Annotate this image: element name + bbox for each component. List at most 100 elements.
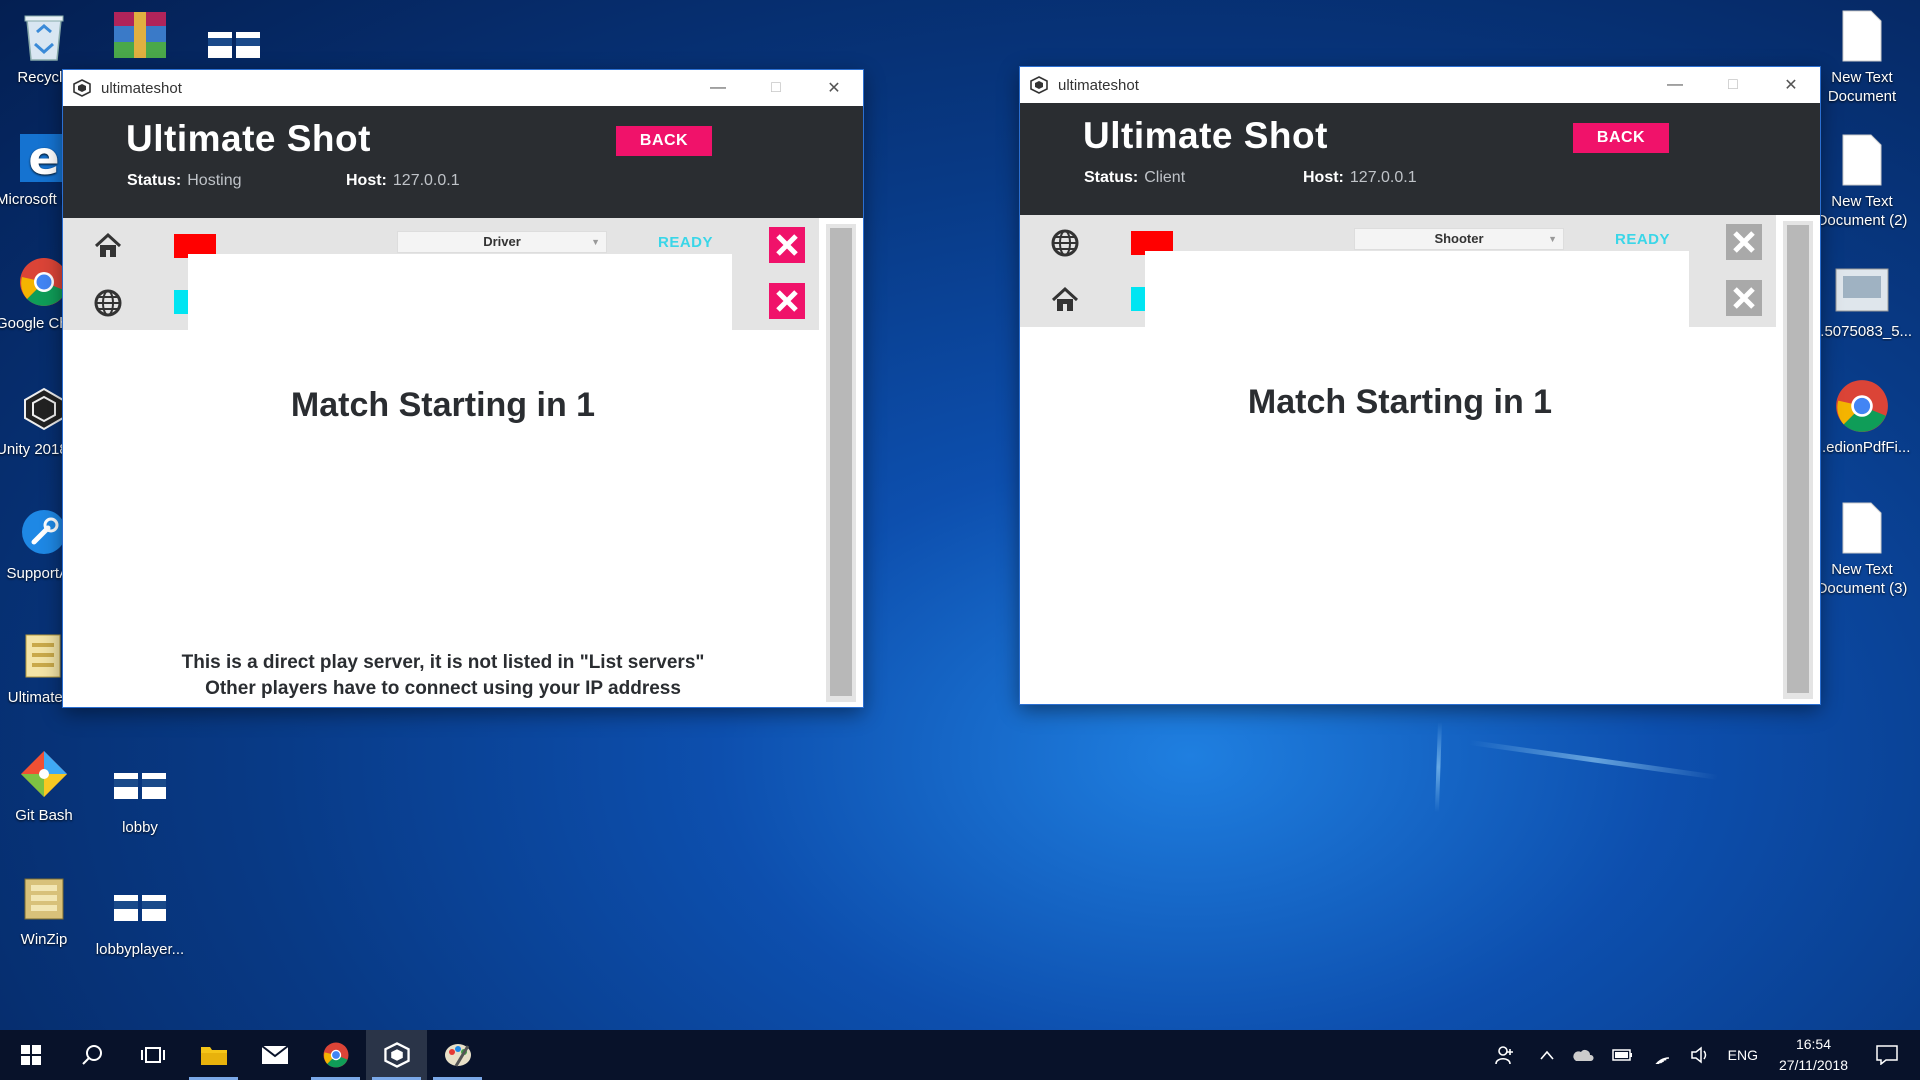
scrollbar-thumb[interactable] <box>1787 225 1809 693</box>
window-titlebar[interactable]: ultimateshot — □ ✕ <box>63 70 863 106</box>
player-color-cyan[interactable] <box>1131 287 1145 311</box>
wallpaper-beam <box>1434 721 1442 813</box>
desktop-icon-label: ...edionPdfFi... <box>1813 439 1911 456</box>
match-countdown: Match Starting in 1 <box>1247 383 1553 421</box>
status-value: Client <box>1144 169 1186 186</box>
task-view-icon <box>140 1047 165 1063</box>
globe-icon <box>1050 228 1080 258</box>
scrollbar[interactable] <box>1783 221 1813 699</box>
host-info: Host: 127.0.0.1 <box>346 172 460 190</box>
notification-icon[interactable] <box>1876 1045 1898 1065</box>
minimize-button[interactable]: — <box>689 70 747 106</box>
remove-player-button[interactable] <box>769 227 805 263</box>
desktop-icon-lobby[interactable]: lobby <box>92 758 188 837</box>
game-window-host: ultimateshot — □ ✕ Ultimate Shot BACK St… <box>63 70 863 707</box>
lobby-panel: Shooter ▼ READY Match Starting in 1 <box>1020 215 1820 704</box>
minimize-button[interactable]: — <box>1646 67 1704 103</box>
desktop-icon-git-bash[interactable]: Git Bash <box>0 746 92 825</box>
taskbar-file-explorer[interactable] <box>183 1030 244 1080</box>
mail-icon <box>260 1045 289 1064</box>
wallpaper-beam <box>1469 740 1718 780</box>
status-label: Status: <box>127 172 182 189</box>
direct-play-note-line2: Other players have to connect using your… <box>205 678 681 699</box>
start-button[interactable] <box>0 1030 61 1080</box>
desktop-icon-label: New Text Document (2) <box>1816 193 1908 229</box>
ready-button[interactable]: READY <box>658 234 713 251</box>
maximize-button[interactable]: □ <box>1704 67 1762 103</box>
close-icon <box>1733 231 1755 253</box>
ready-button[interactable]: READY <box>1615 231 1670 248</box>
desktop-icon-new-text-document-2[interactable]: New Text Document (2) <box>1806 132 1918 230</box>
winrar-icon[interactable] <box>112 10 168 60</box>
role-dropdown-value: Driver <box>483 234 521 249</box>
status-value: Hosting <box>187 172 242 189</box>
text-document-icon <box>1834 132 1890 188</box>
desktop-icon-label: lobbyplayer... <box>95 941 185 958</box>
lobby-icon <box>112 758 168 814</box>
winzip-icon <box>16 870 72 926</box>
window-titlebar[interactable]: ultimateshot — □ ✕ <box>1020 67 1820 103</box>
status-label: Status: <box>1084 169 1139 186</box>
taskbar-mail[interactable] <box>244 1030 305 1080</box>
remove-player-button[interactable] <box>1726 224 1762 260</box>
maximize-button[interactable]: □ <box>747 70 805 106</box>
volume-icon[interactable] <box>1690 1046 1710 1064</box>
close-icon <box>776 290 798 312</box>
host-label: Host: <box>346 172 387 189</box>
home-icon <box>93 231 123 261</box>
app-header: Ultimate Shot BACK Status: Hosting Host: 1… <box>63 106 863 218</box>
home-icon <box>1050 285 1080 315</box>
close-icon <box>776 234 798 256</box>
status-info: Status: Hosting <box>127 172 241 190</box>
app-title: Ultimate Shot <box>1083 115 1328 156</box>
chevron-down-icon: ▼ <box>591 237 600 247</box>
unity-logo-icon <box>1030 75 1050 95</box>
desktop-icon-chrome-pdf[interactable]: ...edionPdfFi... <box>1806 378 1918 457</box>
desktop-icon-label: New Text Document (3) <box>1816 561 1908 597</box>
search-button[interactable] <box>61 1030 122 1080</box>
image-file-icon <box>1834 262 1890 318</box>
window-title: ultimateshot <box>1058 76 1139 94</box>
app-header: Ultimate Shot BACK Status: Client Host: 12… <box>1020 103 1820 215</box>
window-title: ultimateshot <box>101 79 182 97</box>
desktop-icon-winzip[interactable]: WinZip <box>0 870 92 949</box>
chevron-up-icon[interactable] <box>1540 1050 1554 1060</box>
match-countdown: Match Starting in 1 <box>290 386 596 424</box>
desktop-icon-new-text-document[interactable]: New Text Document <box>1806 8 1918 106</box>
clock[interactable]: 16:54 27/11/2018 <box>1779 1034 1848 1076</box>
windows-start-icon <box>20 1045 41 1065</box>
clock-time: 16:54 <box>1795 1036 1831 1052</box>
remove-player-button[interactable] <box>1726 280 1762 316</box>
close-button[interactable]: ✕ <box>805 70 863 106</box>
game-window-client: ultimateshot — □ ✕ Ultimate Shot BACK St… <box>1020 67 1820 704</box>
taskbar-unity[interactable] <box>366 1030 427 1080</box>
lobby-shortcut-icon[interactable] <box>208 30 260 60</box>
close-button[interactable]: ✕ <box>1762 67 1820 103</box>
desktop-icon-label: Git Bash <box>15 807 73 824</box>
chrome-pdf-icon <box>1834 378 1890 434</box>
role-dropdown[interactable]: Shooter ▼ <box>1354 228 1564 250</box>
onedrive-icon[interactable] <box>1572 1048 1594 1062</box>
role-dropdown[interactable]: Driver ▼ <box>397 231 607 253</box>
scrollbar[interactable] <box>826 224 856 702</box>
scrollbar-thumb[interactable] <box>830 228 852 696</box>
lobby-panel: Driver ▼ READY Match Starting in 1 This … <box>63 218 863 707</box>
player-color-cyan[interactable] <box>174 290 188 314</box>
language-indicator[interactable]: ENG <box>1728 1047 1758 1063</box>
desktop-icon-new-text-document-3[interactable]: New Text Document (3) <box>1806 500 1918 598</box>
desktop-icon-lobbyplayer[interactable]: lobbyplayer... <box>92 880 188 959</box>
battery-icon[interactable] <box>1611 1048 1634 1062</box>
people-icon[interactable] <box>1494 1045 1515 1065</box>
wifi-icon[interactable] <box>1652 1046 1672 1064</box>
globe-icon <box>93 288 123 318</box>
remove-player-button[interactable] <box>769 283 805 319</box>
taskbar-chrome[interactable] <box>305 1030 366 1080</box>
status-info: Status: Client <box>1084 169 1185 187</box>
task-view-button[interactable] <box>122 1030 183 1080</box>
close-icon <box>1733 287 1755 309</box>
desktop-icon-label: ...5075083_5... <box>1811 323 1913 340</box>
taskbar-paint[interactable] <box>427 1030 488 1080</box>
back-button[interactable]: BACK <box>1573 123 1669 153</box>
back-button[interactable]: BACK <box>616 126 712 156</box>
desktop-icon-image-file[interactable]: ...5075083_5... <box>1806 262 1918 341</box>
